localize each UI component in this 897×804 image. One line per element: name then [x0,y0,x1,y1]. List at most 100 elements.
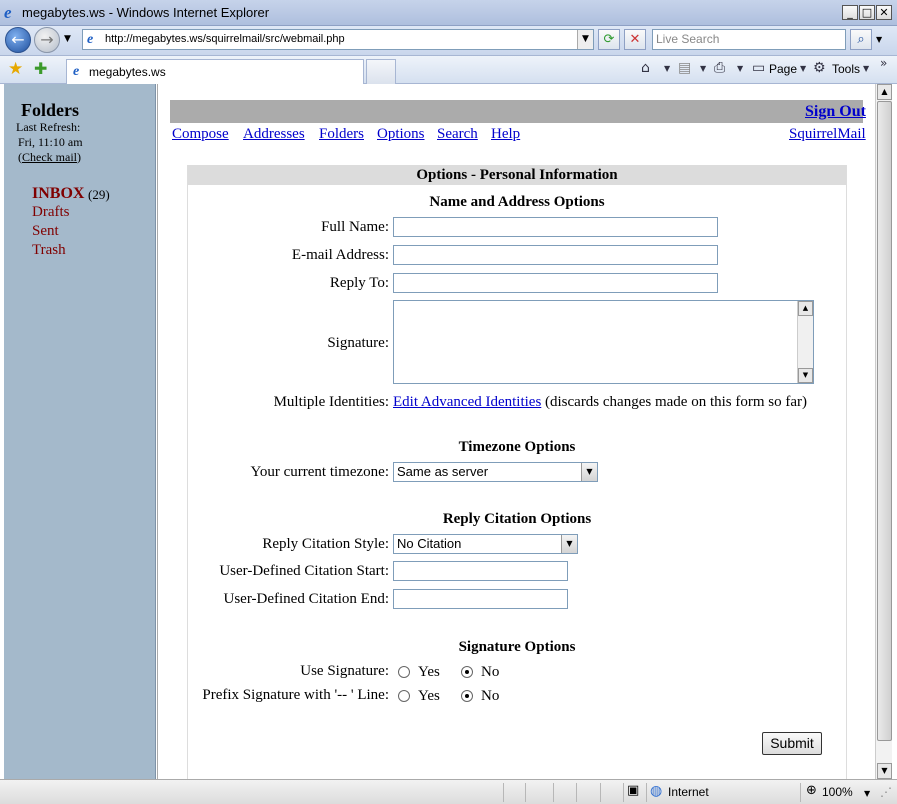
page-icon: e [87,32,94,47]
citation-start-input[interactable] [393,561,568,581]
page-menu-icon[interactable]: ▭ [752,60,765,76]
add-favorite-icon[interactable]: ✚ [34,59,47,78]
status-divider [623,783,624,802]
tabs-toolbar: ★ ✚ e megabytes.ws ⌂ ▼ ▤ ▼ ⎙ ▼ ▭ Page ▼ … [0,56,897,84]
identities-note: (discards changes made on this form so f… [545,394,808,410]
use-signature-yes-radio[interactable] [398,666,410,678]
timezone-section-title: Timezone Options [458,439,576,455]
chevron-down-icon[interactable]: ▼ [581,463,597,481]
nav-search[interactable]: Search [437,126,478,143]
popup-blocker-icon[interactable]: ▣ [627,783,639,798]
chevron-right-icon[interactable]: » [880,56,887,70]
status-divider [503,783,504,802]
page-dropdown-icon[interactable]: ▼ [800,64,806,73]
ie-logo-icon: e [4,3,12,22]
forward-button[interactable]: → [34,27,60,53]
prefix-signature-yes-radio[interactable] [398,690,410,702]
address-bar[interactable]: e http://megabytes.ws/squirrelmail/src/w… [82,29,594,50]
use-signature-label: Use Signature: [300,663,389,679]
zoom-icon[interactable]: ⊕ [806,783,817,798]
search-options-dropdown-icon[interactable]: ▼ [876,35,882,44]
maximize-icon[interactable]: □ [859,5,875,20]
zoom-level[interactable]: 100% [822,785,853,799]
tools-menu-label[interactable]: Tools [832,62,860,76]
sign-out-link[interactable]: Sign Out [805,103,866,121]
folder-inbox[interactable]: INBOX [32,185,84,203]
squirrelmail-link[interactable]: SquirrelMail [789,126,866,143]
use-signature-no-radio[interactable] [461,666,473,678]
status-divider [576,783,577,802]
print-icon[interactable]: ⎙ [714,60,725,76]
tab-page-icon: e [73,64,80,79]
signature-textarea[interactable]: ▲ ▼ [393,300,814,384]
nav-addresses[interactable]: Addresses [243,126,305,143]
security-zone-label[interactable]: Internet [668,785,709,799]
nav-compose[interactable]: Compose [172,126,229,143]
stop-button[interactable]: ✕ [624,29,646,50]
prefix-signature-label: Prefix Signature with '-- ' Line: [202,687,389,703]
live-search-placeholder: Live Search [656,32,720,46]
edit-advanced-identities-link[interactable]: Edit Advanced Identities [393,394,541,411]
prefix-signature-no-label: No [481,688,500,704]
citation-style-select[interactable]: No Citation ▼ [393,534,578,554]
full-name-label: Full Name: [321,219,389,235]
tab-active[interactable]: e megabytes.ws [66,59,364,84]
back-button[interactable]: ← [5,27,31,53]
favorites-star-icon[interactable]: ★ [8,59,23,79]
timezone-label: Your current timezone: [250,464,389,480]
reply-to-input[interactable] [393,273,718,293]
submit-button[interactable]: Submit [762,732,822,755]
check-mail: (Check mail) [18,150,81,165]
recent-pages-dropdown-icon[interactable]: ▼ [64,34,71,44]
resize-grip-icon[interactable]: ⋰ [880,785,892,799]
feeds-dropdown-icon[interactable]: ▼ [700,64,706,73]
page-menu-label[interactable]: Page [769,62,797,76]
nav-options[interactable]: Options [377,126,425,143]
page-viewport: Folders Last Refresh: Fri, 11:10 am (Che… [0,84,875,779]
close-icon[interactable]: ✕ [876,5,892,20]
citation-style-selected: No Citation [397,536,462,551]
nav-help[interactable]: Help [491,126,520,143]
timezone-select[interactable]: Same as server ▼ [393,462,598,482]
tools-dropdown-icon[interactable]: ▼ [863,64,869,73]
options-header: Options - Personal Information [188,165,846,185]
window-titlebar: e megabytes.ws - Windows Internet Explor… [0,0,897,26]
signature-section-title: Signature Options [458,639,576,655]
scroll-thumb[interactable] [877,101,892,741]
scroll-down-icon[interactable]: ▼ [877,763,892,779]
print-dropdown-icon[interactable]: ▼ [737,64,743,73]
new-tab-button[interactable] [366,59,396,84]
live-search-input[interactable]: Live Search [652,29,846,50]
full-name-input[interactable] [393,217,718,237]
prefix-signature-yes-label: Yes [418,688,440,704]
citation-end-input[interactable] [393,589,568,609]
address-dropdown-icon[interactable]: ▼ [577,30,593,49]
status-divider [525,783,526,802]
nav-folders[interactable]: Folders [319,126,364,143]
refresh-button[interactable]: ⟳ [598,29,620,50]
scroll-up-icon[interactable]: ▲ [877,84,892,100]
signature-label: Signature: [327,335,389,351]
scroll-up-icon[interactable]: ▲ [798,301,813,316]
home-icon[interactable]: ⌂ [641,60,650,76]
search-icon[interactable]: ⌕ [850,29,872,50]
page-scrollbar[interactable]: ▲ ▼ [875,84,892,779]
prefix-signature-no-radio[interactable] [461,690,473,702]
feeds-icon[interactable]: ▤ [678,60,691,76]
status-divider [800,783,801,802]
email-input[interactable] [393,245,718,265]
home-dropdown-icon[interactable]: ▼ [664,64,670,73]
zoom-dropdown-icon[interactable]: ▼ [864,789,870,798]
tab-title: megabytes.ws [89,65,166,79]
scroll-down-icon[interactable]: ▼ [798,368,813,383]
gear-icon[interactable]: ⚙ [813,60,826,76]
minimize-icon[interactable]: _ [842,5,858,20]
url-text[interactable]: http://megabytes.ws/squirrelmail/src/web… [105,33,345,45]
chevron-down-icon[interactable]: ▼ [561,535,577,553]
signature-scrollbar[interactable]: ▲ ▼ [797,301,813,383]
status-divider [553,783,554,802]
use-signature-no-label: No [481,664,500,680]
top-bar [170,100,863,123]
check-mail-link[interactable]: Check mail [22,150,77,164]
last-refresh-time: Fri, 11:10 am [18,135,83,149]
